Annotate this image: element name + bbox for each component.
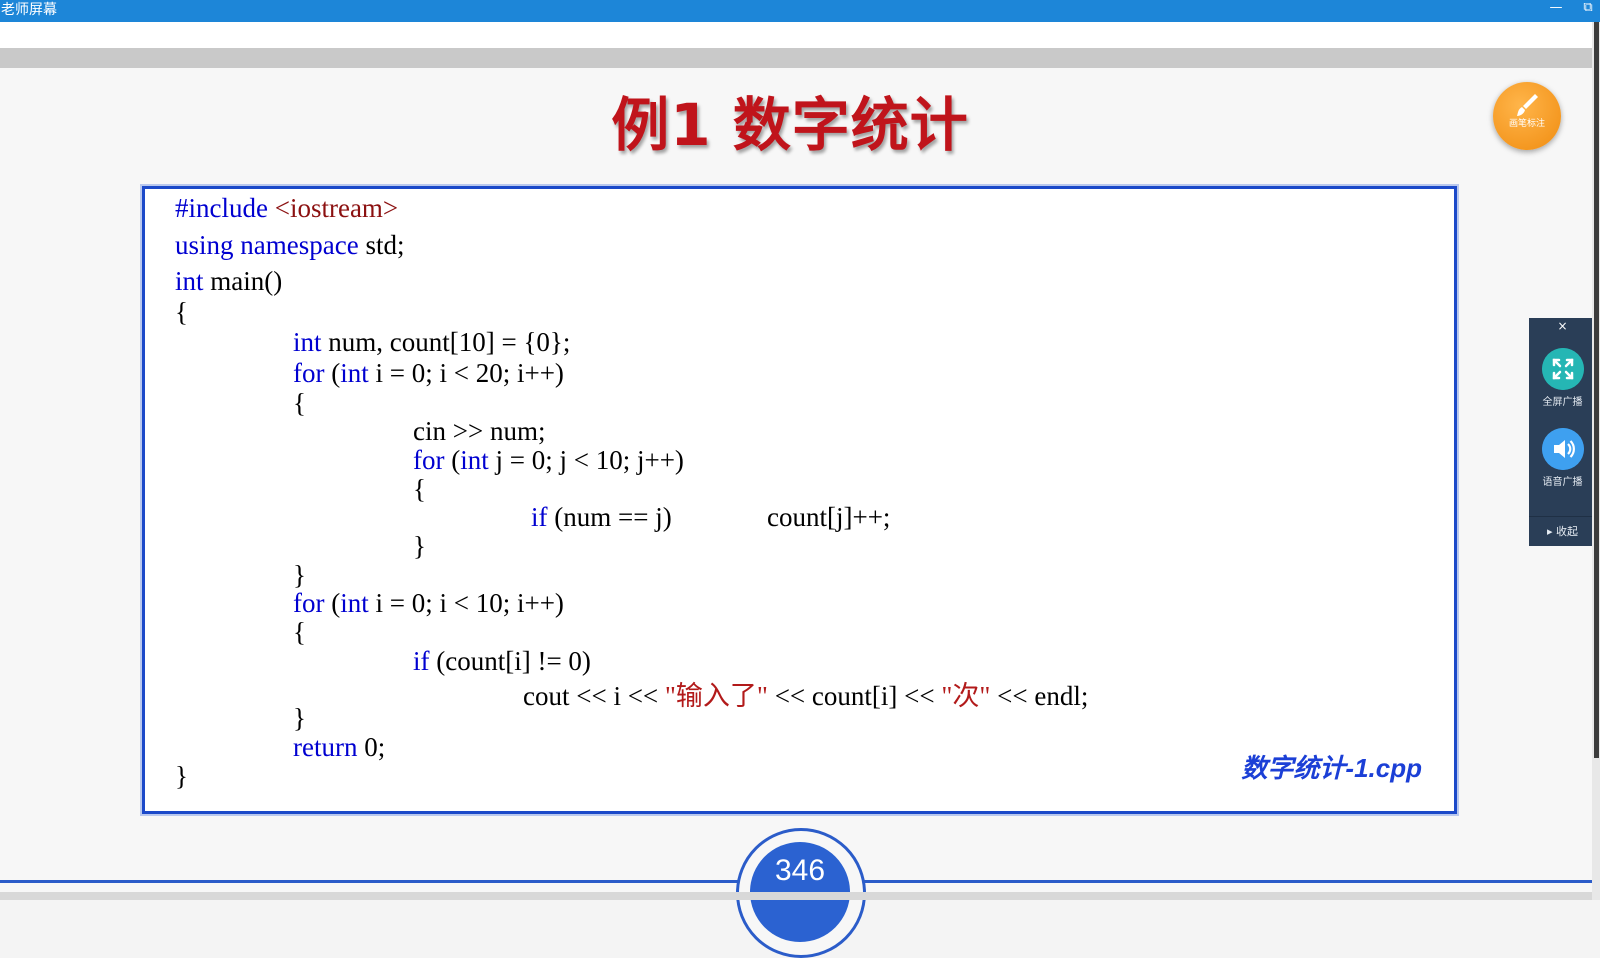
bottom-taskbar-strip: [0, 892, 1592, 900]
code-line: #include <iostream>: [175, 193, 398, 224]
code-line: cout << i << "输入了" << count[i] << "次" <<…: [523, 674, 1088, 713]
code-token: #include: [175, 193, 268, 223]
code-token: return: [293, 732, 358, 762]
minimize-button[interactable]: —: [1548, 0, 1564, 18]
code-token: << count[i] <<: [767, 681, 942, 711]
code-line: if (count[i] != 0): [413, 646, 591, 677]
code-token: << endl;: [990, 681, 1089, 711]
code-line: if (num == j): [531, 502, 672, 533]
fullscreen-broadcast-label: 全屏广播: [1542, 397, 1583, 408]
code-token: (: [324, 588, 341, 618]
code-line: using namespace std;: [175, 230, 404, 261]
code-token: <iostream>: [267, 193, 399, 223]
code-token: main(): [203, 266, 283, 296]
code-string: "输入了": [664, 681, 768, 711]
toolbar-strip: [0, 22, 1600, 48]
code-line: for (int i = 0; i < 10; i++): [293, 588, 564, 619]
code-token: (: [324, 358, 341, 388]
code-line: {: [413, 474, 426, 504]
code-line: int num, count[10] = {0};: [293, 327, 570, 358]
code-token: int: [340, 358, 369, 388]
code-line: for (int i = 0; i < 20; i++): [293, 358, 564, 389]
code-line: cin >> num;: [413, 416, 546, 446]
code-string: "次": [941, 681, 991, 711]
code-line: }: [293, 560, 306, 590]
voice-broadcast-button[interactable]: 语音广播: [1529, 428, 1596, 490]
voice-broadcast-label: 语音广播: [1542, 477, 1583, 488]
speaker-icon: [1541, 428, 1584, 470]
fullscreen-broadcast-button[interactable]: 全屏广播: [1529, 348, 1596, 410]
brush-icon: [1517, 94, 1538, 116]
code-line: return 0;: [293, 732, 385, 763]
code-token: (count[i] != 0): [429, 646, 591, 676]
expand-icon: [1541, 348, 1584, 390]
code-line: }: [413, 531, 426, 561]
code-token: for: [413, 445, 445, 475]
restore-button[interactable]: ⧉: [1580, 0, 1596, 18]
code-token: i = 0; i < 10; i++): [368, 588, 564, 618]
code-line: int main(): [175, 266, 282, 297]
collapse-panel-button[interactable]: ▸ 收起: [1529, 516, 1596, 547]
code-token: num, count[10] = {0};: [321, 327, 571, 357]
code-line: {: [293, 617, 306, 647]
pen-annotation-button[interactable]: 画笔标注: [1493, 82, 1561, 150]
code-line: }: [293, 703, 306, 733]
code-token: int: [340, 588, 369, 618]
code-token: i = 0; i < 20; i++): [368, 358, 564, 388]
code-token: for: [293, 358, 325, 388]
code-listing: #include <iostream> using namespace std;…: [145, 189, 1454, 811]
window-title: 老师屏幕: [1, 2, 57, 18]
code-line: {: [293, 388, 306, 418]
code-box: #include <iostream> using namespace std;…: [142, 186, 1457, 814]
code-token: int: [460, 445, 489, 475]
scrollbar-thumb[interactable]: [1594, 22, 1599, 758]
code-line: {: [175, 297, 188, 327]
code-token: if: [531, 502, 548, 532]
code-line: }: [175, 761, 188, 791]
close-panel-button[interactable]: ×: [1529, 318, 1596, 334]
code-token: (: [444, 445, 461, 475]
slide-header-band: [0, 48, 1592, 68]
source-filename: 数字统计-1.cpp: [1241, 753, 1422, 783]
window-titlebar: 老师屏幕 — ⧉: [0, 0, 1600, 22]
code-token: cout << i <<: [523, 681, 665, 711]
code-token: (num == j): [547, 502, 672, 532]
broadcast-panel: × 全屏广播 语音广播 ▸ 收起: [1529, 318, 1596, 546]
code-token: using namespace: [175, 230, 359, 260]
code-line: for (int j = 0; j < 10; j++): [413, 445, 684, 476]
code-line: count[j]++;: [767, 502, 891, 532]
code-token: 0;: [357, 732, 386, 762]
code-token: for: [293, 588, 325, 618]
code-token: j = 0; j < 10; j++): [488, 445, 684, 475]
code-token: int: [293, 327, 322, 357]
code-token: if: [413, 646, 430, 676]
code-token: int: [175, 266, 204, 296]
slide-title: 例1 数字统计: [611, 91, 969, 159]
pen-button-label: 画笔标注: [1508, 119, 1545, 129]
code-token: std;: [358, 230, 405, 260]
